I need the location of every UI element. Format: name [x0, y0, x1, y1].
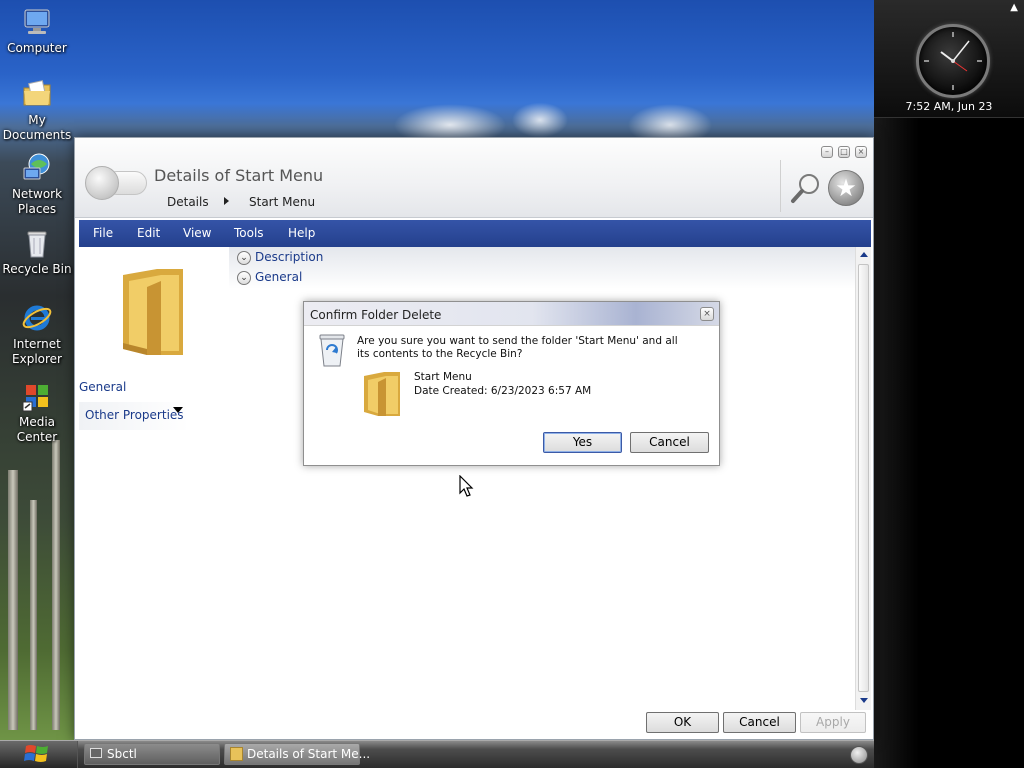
scroll-down-arrow-icon[interactable] [860, 698, 868, 703]
apply-button[interactable]: Apply [800, 712, 866, 733]
dialog-cancel-button[interactable]: Cancel [630, 432, 709, 453]
tree-trunk [30, 500, 37, 730]
taskbar-item-sbctl[interactable]: Sbctl [84, 743, 220, 765]
dialog-titlebar[interactable]: Confirm Folder Delete × [304, 302, 719, 326]
section-description-label: Description [255, 250, 324, 264]
breadcrumb-separator-icon [224, 197, 229, 205]
close-button[interactable]: × [855, 146, 867, 158]
expand-chevron-icon[interactable]: ⌄ [237, 271, 251, 285]
desktop-icon-label: My Documents [2, 113, 72, 142]
network-places-icon [21, 152, 53, 184]
breadcrumb-details[interactable]: Details [167, 195, 209, 209]
desktop-icon-label: Recycle Bin [2, 262, 72, 276]
window-title: Details of Start Menu [154, 166, 324, 185]
scroll-up-arrow-icon[interactable] [860, 252, 868, 257]
menu-view[interactable]: View [183, 226, 211, 240]
start-button[interactable] [0, 741, 78, 768]
other-properties-label: Other Properties [85, 408, 184, 422]
section-general-label: General [255, 270, 303, 284]
desktop-icon-media-center[interactable]: Media Center [0, 380, 74, 445]
desktop-icon-label: Media Center [16, 415, 58, 444]
desktop-icon-label: Computer [7, 41, 67, 55]
clock-time-text: 7:52 AM, Jun 23 [905, 100, 993, 113]
sidebar-collapse-icon[interactable]: ▲ [1010, 2, 1018, 13]
desktop-icon-label: Network Places [11, 187, 63, 216]
folder-icon [117, 267, 183, 359]
scrollbar-thumb[interactable] [858, 264, 869, 692]
dialog-title: Confirm Folder Delete [310, 308, 442, 322]
internet-explorer-icon [21, 302, 53, 334]
vertical-scrollbar[interactable] [855, 247, 871, 710]
menu-edit[interactable]: Edit [137, 226, 160, 240]
maximize-button[interactable]: □ [838, 146, 850, 158]
taskbar: Sbctl Details of Start Me... [0, 740, 874, 768]
taskbar-item-label: Details of Start Me... [247, 747, 371, 761]
expand-chevron-icon[interactable]: ⌄ [237, 251, 251, 265]
folder-icon [230, 747, 243, 761]
desktop-icon-my-documents[interactable]: My Documents [0, 78, 74, 143]
taskbar-item-details[interactable]: Details of Start Me... [224, 743, 370, 765]
tray-icon[interactable] [850, 746, 868, 764]
menu-file[interactable]: File [93, 226, 113, 240]
search-icon[interactable] [789, 171, 823, 205]
header-separator [780, 160, 781, 212]
sidebar: ▲ 7:52 AM, Jun 23 [874, 0, 1024, 768]
dialog-date-created: Date Created: 6/23/2023 6:57 AM [414, 385, 592, 397]
side-general-link[interactable]: General [79, 380, 126, 394]
taskbar-item-label: Sbctl [107, 747, 137, 761]
desktop-icon-network-places[interactable]: Network Places [0, 152, 74, 217]
computer-icon [21, 6, 53, 38]
desktop-icon-computer[interactable]: Computer [0, 6, 74, 56]
my-documents-icon [21, 78, 53, 110]
tree-trunk [8, 470, 18, 730]
yes-button[interactable]: Yes [543, 432, 622, 453]
clock-face-icon [916, 24, 990, 98]
desktop-icon-internet-explorer[interactable]: Internet Explorer [0, 302, 74, 367]
recycle-bin-icon [318, 333, 346, 367]
desktop-icon-label: Internet Explorer [12, 337, 62, 366]
dialog-message: Are you sure you want to send the folder… [357, 335, 678, 360]
breadcrumb-start-menu[interactable]: Start Menu [249, 195, 315, 209]
chevron-down-icon [173, 407, 183, 413]
app-window-icon [90, 748, 102, 758]
cancel-button[interactable]: Cancel [723, 712, 796, 733]
dialog-file-name: Start Menu [414, 371, 472, 383]
desktop-icon-recycle-bin[interactable]: Recycle Bin [0, 227, 74, 277]
tree-trunk [52, 440, 60, 730]
star-icon[interactable]: ★ [828, 170, 864, 206]
window-footer: OK Cancel Apply [75, 711, 873, 739]
folder-icon [360, 370, 402, 418]
ok-button[interactable]: OK [646, 712, 719, 733]
minimize-button[interactable]: – [821, 146, 833, 158]
back-button[interactable] [85, 166, 119, 200]
menu-help[interactable]: Help [288, 226, 315, 240]
window-header: Details of Start Menu Details Start Menu… [75, 138, 873, 218]
clock-gadget[interactable]: ▲ 7:52 AM, Jun 23 [874, 0, 1024, 118]
other-properties-dropdown[interactable]: Other Properties [79, 402, 189, 430]
media-center-icon [21, 380, 53, 412]
confirm-delete-dialog: Confirm Folder Delete × Are you sure you… [303, 301, 720, 466]
windows-logo-icon [24, 745, 48, 762]
menu-tools[interactable]: Tools [234, 226, 264, 240]
menu-bar: File Edit View Tools Help [79, 220, 871, 247]
dialog-close-button[interactable]: × [700, 307, 714, 321]
recycle-bin-icon [21, 227, 53, 259]
mouse-cursor-icon [459, 475, 474, 497]
